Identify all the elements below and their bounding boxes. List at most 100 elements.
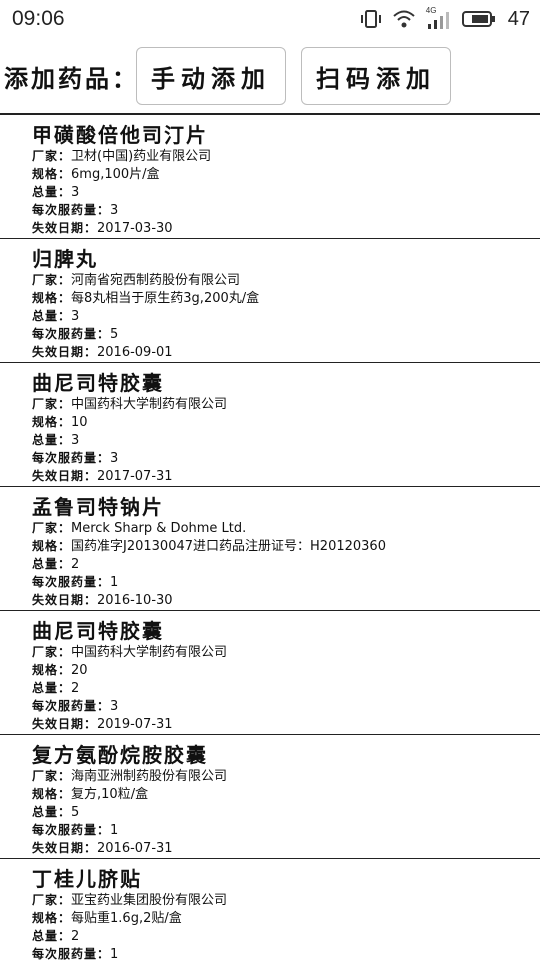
spec-label: 规格：: [32, 911, 72, 925]
manufacturer-label: 厂家：: [32, 645, 72, 659]
dose-label: 每次服药量：: [32, 947, 111, 960]
total-value: 2: [71, 681, 80, 696]
drug-name: 曲尼司特胶囊: [32, 619, 164, 643]
dose-label: 每次服药量：: [32, 327, 111, 341]
add-drug-toolbar: 添加药品： 手动添加 扫码添加: [0, 38, 540, 114]
expiry-value: 2016-09-01: [97, 345, 173, 360]
dose-value: 1: [110, 823, 119, 838]
drug-manufacturer: 厂家：中国药科大学制药有限公司: [32, 395, 540, 413]
drug-manufacturer: 厂家：卫材(中国)药业有限公司: [32, 147, 540, 165]
expiry-value: 2017-03-30: [97, 221, 173, 236]
spec-value: 10: [71, 415, 88, 430]
drug-expiry: 失效日期：2017-03-30: [32, 219, 540, 237]
manufacturer-value: Merck Sharp & Dohme Ltd.: [71, 521, 247, 536]
total-label: 总量：: [32, 805, 72, 819]
drug-dose: 每次服药量：3: [32, 201, 540, 219]
total-value: 3: [71, 309, 80, 324]
spec-value: 20: [71, 663, 88, 678]
total-value: 2: [71, 557, 80, 572]
dose-label: 每次服药量：: [32, 203, 111, 217]
drug-spec: 规格：10: [32, 413, 540, 431]
drug-list-item[interactable]: 曲尼司特胶囊 厂家：中国药科大学制药有限公司 规格：10 总量：3 每次服药量：…: [0, 363, 540, 487]
drug-list-item[interactable]: 丁桂儿脐贴 厂家：亚宝药业集团股份有限公司 规格：每贴重1.6g,2贴/盒 总量…: [0, 859, 540, 960]
drug-manufacturer: 厂家：中国药科大学制药有限公司: [32, 643, 540, 661]
drug-spec: 规格：每贴重1.6g,2贴/盒: [32, 909, 540, 927]
dose-value: 3: [110, 203, 119, 218]
drug-manufacturer: 厂家：Merck Sharp & Dohme Ltd.: [32, 519, 540, 537]
spec-label: 规格：: [32, 787, 72, 801]
drug-spec: 规格：20: [32, 661, 540, 679]
spec-value: 每贴重1.6g,2贴/盒: [71, 911, 182, 926]
drug-spec: 规格：6mg,100片/盒: [32, 165, 540, 183]
drug-name: 复方氨酚烷胺胶囊: [32, 743, 208, 767]
total-label: 总量：: [32, 433, 72, 447]
expiry-value: 2017-07-31: [97, 469, 173, 484]
drug-list[interactable]: 甲磺酸倍他司汀片 厂家：卫材(中国)药业有限公司 规格：6mg,100片/盒 总…: [0, 115, 540, 960]
drug-list-item[interactable]: 归脾丸 厂家：河南省宛西制药股份有限公司 规格：每8丸相当于原生药3g,200丸…: [0, 239, 540, 363]
expiry-value: 2016-07-31: [97, 841, 173, 856]
status-bar: 09:06 4G 47: [0, 0, 540, 38]
dose-value: 5: [110, 327, 119, 342]
status-icons: 4G 47: [360, 6, 530, 31]
expiry-label: 失效日期：: [32, 717, 98, 731]
expiry-label: 失效日期：: [32, 469, 98, 483]
spec-value: 国药准字J20130047进口药品注册证号：H20120360: [71, 539, 386, 554]
spec-label: 规格：: [32, 663, 72, 677]
drug-name: 孟鲁司特钠片: [32, 495, 164, 519]
drug-dose: 每次服药量：3: [32, 697, 540, 715]
drug-list-item[interactable]: 复方氨酚烷胺胶囊 厂家：海南亚洲制药股份有限公司 规格：复方,10粒/盒 总量：…: [0, 735, 540, 859]
manufacturer-value: 海南亚洲制药股份有限公司: [71, 769, 228, 784]
drug-expiry: 失效日期：2019-07-31: [32, 715, 540, 733]
total-value: 5: [71, 805, 80, 820]
total-label: 总量：: [32, 929, 72, 943]
dose-label: 每次服药量：: [32, 823, 111, 837]
manufacturer-value: 亚宝药业集团股份有限公司: [71, 893, 228, 908]
manufacturer-label: 厂家：: [32, 149, 72, 163]
dose-label: 每次服药量：: [32, 575, 111, 589]
scan-add-button[interactable]: 扫码添加: [301, 47, 451, 105]
spec-label: 规格：: [32, 167, 72, 181]
spec-label: 规格：: [32, 415, 72, 429]
dose-label: 每次服药量：: [32, 699, 111, 713]
battery-icon: [461, 10, 496, 28]
dose-label: 每次服药量：: [32, 451, 111, 465]
total-value: 3: [71, 185, 80, 200]
drug-total: 总量：3: [32, 307, 540, 325]
spec-value: 每8丸相当于原生药3g,200丸/盒: [71, 291, 260, 306]
drug-name: 丁桂儿脐贴: [32, 867, 142, 891]
expiry-label: 失效日期：: [32, 345, 98, 359]
drug-expiry: 失效日期：2017-07-31: [32, 467, 540, 485]
drug-dose: 每次服药量：3: [32, 449, 540, 467]
total-label: 总量：: [32, 681, 72, 695]
dose-value: 1: [110, 575, 119, 590]
manufacturer-label: 厂家：: [32, 273, 72, 287]
dose-value: 1: [110, 947, 119, 960]
drug-manufacturer: 厂家：海南亚洲制药股份有限公司: [32, 767, 540, 785]
drug-total: 总量：3: [32, 431, 540, 449]
dose-value: 3: [110, 451, 119, 466]
drug-total: 总量：2: [32, 555, 540, 573]
drug-spec: 规格：复方,10粒/盒: [32, 785, 540, 803]
expiry-label: 失效日期：: [32, 221, 98, 235]
drug-spec: 规格：国药准字J20130047进口药品注册证号：H20120360: [32, 537, 540, 555]
drug-expiry: 失效日期：2016-07-31: [32, 839, 540, 857]
drug-total: 总量：3: [32, 183, 540, 201]
expiry-value: 2016-10-30: [97, 593, 173, 608]
manufacturer-label: 厂家：: [32, 521, 72, 535]
status-time: 09:06: [12, 7, 65, 30]
drug-list-item[interactable]: 孟鲁司特钠片 厂家：Merck Sharp & Dohme Ltd. 规格：国药…: [0, 487, 540, 611]
total-label: 总量：: [32, 309, 72, 323]
drug-dose: 每次服药量：5: [32, 325, 540, 343]
drug-manufacturer: 厂家：亚宝药业集团股份有限公司: [32, 891, 540, 909]
total-label: 总量：: [32, 557, 72, 571]
manufacturer-label: 厂家：: [32, 769, 72, 783]
drug-list-item[interactable]: 甲磺酸倍他司汀片 厂家：卫材(中国)药业有限公司 规格：6mg,100片/盒 总…: [0, 115, 540, 239]
drug-list-item[interactable]: 曲尼司特胶囊 厂家：中国药科大学制药有限公司 规格：20 总量：2 每次服药量：…: [0, 611, 540, 735]
drug-expiry: 失效日期：2016-10-30: [32, 591, 540, 609]
manufacturer-value: 中国药科大学制药有限公司: [71, 645, 228, 660]
expiry-value: 2019-07-31: [97, 717, 173, 732]
cell-signal-icon: 4G: [426, 6, 452, 30]
battery-level: 47: [507, 7, 530, 30]
add-drug-label: 添加药品：: [4, 64, 139, 93]
manual-add-button[interactable]: 手动添加: [136, 47, 286, 105]
